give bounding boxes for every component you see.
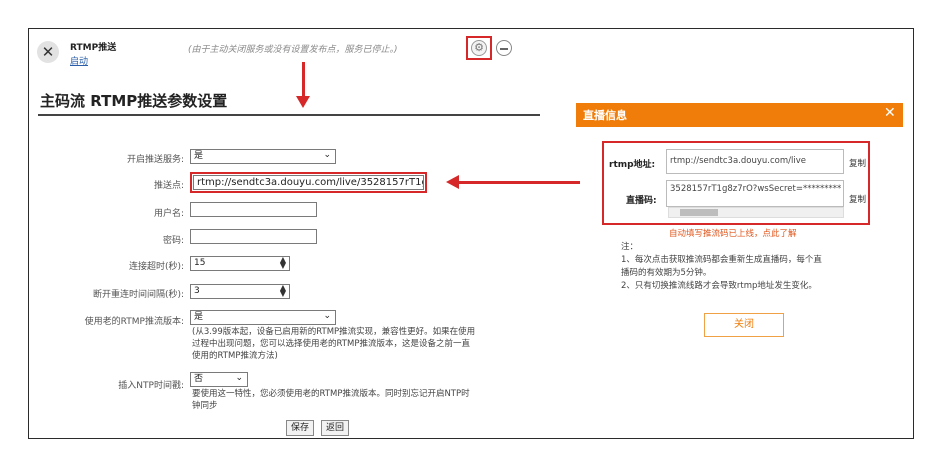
legacy-help: (从3.99版本起，设备已启用新的RTMP推流实现，兼容性更好。如果在使用 过程… bbox=[192, 326, 522, 362]
push-url-input[interactable]: rtmp://sendtc3a.douyu.com/live/3528157rT… bbox=[193, 175, 424, 190]
username-label: 用户名: bbox=[153, 209, 184, 219]
chevron-down-icon: ⌄ bbox=[323, 311, 331, 321]
reconnect-value: 3 bbox=[194, 286, 200, 296]
back-button[interactable]: 返回 bbox=[321, 420, 350, 436]
ntp-value: 否 bbox=[194, 374, 204, 384]
stream-code-label: 直播码: bbox=[626, 196, 657, 206]
section-title: 主码流 RTMP推送参数设置 bbox=[40, 92, 228, 110]
copy-rtmp-link[interactable]: 复制 bbox=[849, 157, 866, 169]
note-line: 播码的有效期为5分钟。 bbox=[621, 268, 712, 278]
copy-code-link[interactable]: 复制 bbox=[849, 193, 866, 205]
red-arrow-down bbox=[302, 62, 305, 100]
ntp-help-line: 钟同步 bbox=[192, 401, 218, 411]
legacy-help-line: 使用的RTMP推流方法) bbox=[192, 351, 278, 361]
ntp-label: 插入NTP时间戳: bbox=[118, 381, 184, 391]
password-label: 密码: bbox=[162, 236, 184, 246]
timeout-value: 15 bbox=[194, 258, 206, 268]
enable-select[interactable]: 是 ⌄ bbox=[190, 149, 336, 164]
legacy-help-line: (从3.99版本起，设备已启用新的RTMP推流实现，兼容性更好。如果在使用 bbox=[192, 327, 476, 337]
rtmp-address-field[interactable]: rtmp://sendtc3a.douyu.com/live bbox=[666, 149, 844, 174]
save-button[interactable]: 保存 bbox=[286, 420, 315, 436]
service-status-note: (由于主动关闭服务或没有设置发布点，服务已停止。) bbox=[188, 45, 398, 55]
notes-title: 注： bbox=[621, 242, 639, 252]
close-button[interactable]: 关闭 bbox=[704, 313, 784, 337]
enable-label: 开启推送服务: bbox=[126, 155, 184, 165]
username-input[interactable] bbox=[190, 202, 317, 217]
gear-icon[interactable]: ⚙ bbox=[471, 40, 487, 56]
stream-code-field[interactable]: 3528157rT1g8z7rO?wsSecret=********* bbox=[666, 180, 844, 207]
reconnect-label: 断开重连时间间隔(秒): bbox=[92, 290, 184, 300]
legacy-value: 是 bbox=[194, 312, 204, 322]
note-line: 1、每次点击获取推流码都会重新生成直播码，每个直 bbox=[621, 255, 822, 265]
start-link[interactable]: 启动 bbox=[70, 54, 88, 67]
minus-circle-icon[interactable] bbox=[496, 40, 512, 56]
ntp-select[interactable]: 否 ⌄ bbox=[190, 372, 248, 387]
auto-fill-note-link[interactable]: 自动填写推流码已上线，点此了解 bbox=[669, 227, 797, 239]
enable-value: 是 bbox=[194, 151, 204, 161]
chevron-down-icon: ⌄ bbox=[323, 150, 331, 160]
service-name: RTMP推送 bbox=[70, 43, 117, 53]
red-arrow-left-head bbox=[446, 175, 459, 189]
close-icon[interactable]: ✕ bbox=[884, 105, 896, 121]
push-url-label: 推送点: bbox=[153, 181, 184, 191]
ntp-help: 要使用这一特性，您必须使用老的RTMP推流版本。同时别忘记开启NTP时 钟同步 bbox=[192, 388, 522, 412]
section-divider bbox=[38, 114, 540, 116]
legacy-select[interactable]: 是 ⌄ bbox=[190, 310, 336, 325]
scrollbar-thumb[interactable] bbox=[680, 209, 718, 216]
reconnect-stepper[interactable]: 3 ▲ ▼ bbox=[190, 284, 290, 299]
password-input[interactable] bbox=[190, 229, 317, 244]
timeout-label: 连接超时(秒): bbox=[128, 262, 184, 272]
spinner-icon[interactable]: ▲ ▼ bbox=[280, 284, 286, 298]
rtmp-label: rtmp地址: bbox=[609, 160, 656, 170]
timeout-stepper[interactable]: 15 ▲ ▼ bbox=[190, 256, 290, 271]
notes-block: 注： 1、每次点击获取推流码都会重新生成直播码，每个直 播码的有效期为5分钟。 … bbox=[621, 241, 881, 293]
legacy-label: 使用老的RTMP推流版本: bbox=[84, 317, 184, 327]
red-arrow-down-head bbox=[296, 96, 310, 108]
spinner-icon[interactable]: ▲ ▼ bbox=[280, 256, 286, 270]
legacy-help-line: 过程中出现问题，您可以选择使用老的RTMP推流版本，这是设备之前一直 bbox=[192, 339, 470, 349]
red-arrow-left bbox=[458, 181, 580, 184]
note-line: 2、只有切换推流线路才会导致rtmp地址发生变化。 bbox=[621, 281, 817, 291]
close-x-icon[interactable]: ✕ bbox=[37, 41, 59, 63]
ntp-help-line: 要使用这一特性，您必须使用老的RTMP推流版本。同时别忘记开启NTP时 bbox=[192, 389, 470, 399]
popup-title: 直播信息 bbox=[583, 109, 627, 122]
chevron-down-icon: ⌄ bbox=[235, 373, 243, 383]
